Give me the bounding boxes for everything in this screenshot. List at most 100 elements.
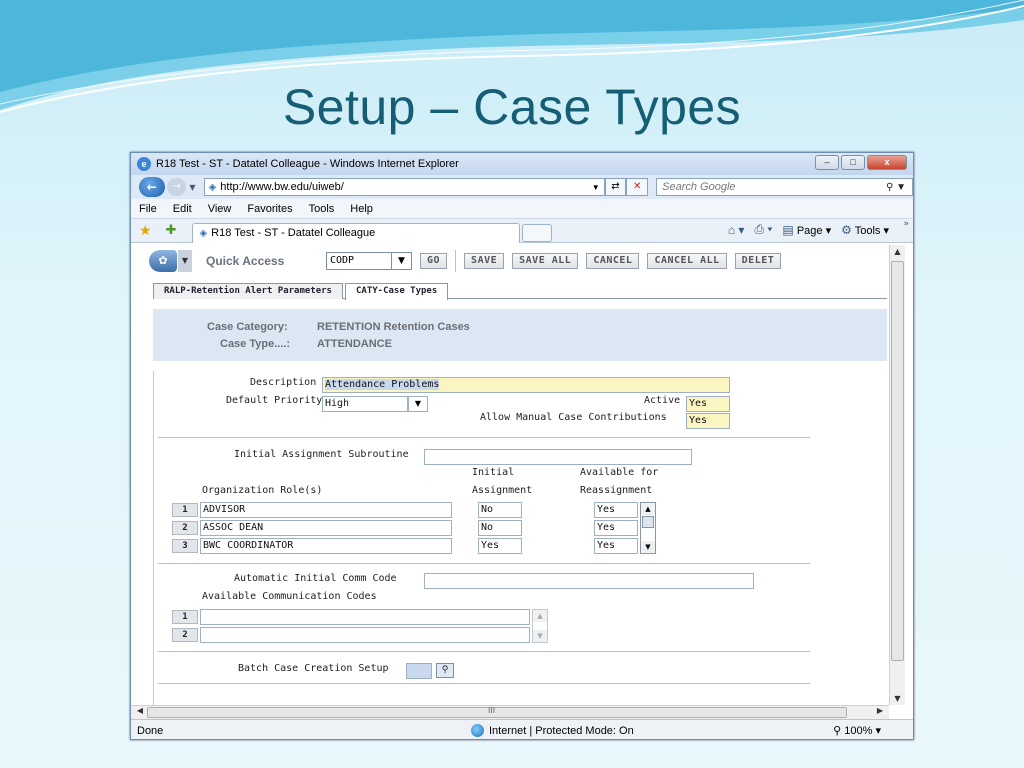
menu-view[interactable]: View (208, 203, 232, 215)
comm-scrollbar[interactable]: ▲ ▼ (532, 609, 548, 643)
cancel-button[interactable]: CANCEL (586, 253, 640, 269)
home-icon[interactable]: ⌂ ▾ (728, 223, 745, 237)
tab-caty[interactable]: CATY-Case Types (344, 283, 449, 300)
scroll-up-arrow-icon[interactable]: ▲ (890, 247, 905, 256)
page-horizontal-scrollbar[interactable]: ◀ III ▶ (131, 705, 889, 719)
scroll-up-arrow-icon[interactable]: ▲ (641, 503, 655, 515)
maximize-button[interactable]: □ (841, 155, 865, 170)
comm-code-field[interactable] (200, 609, 530, 625)
menu-help[interactable]: Help (350, 203, 373, 215)
scroll-thumb[interactable] (891, 261, 904, 661)
tab-favicon-icon: ◈ (199, 227, 208, 239)
page-vertical-scrollbar[interactable]: ▲ ▼ (889, 245, 905, 705)
security-zone[interactable]: Internet | Protected Mode: On (471, 724, 634, 737)
active-field[interactable]: Yes (686, 396, 730, 412)
scroll-up-arrow-icon[interactable]: ▲ (533, 610, 547, 622)
colleague-logo-icon[interactable]: ✿ (149, 250, 177, 272)
comm-code-field[interactable] (200, 627, 530, 643)
back-arrow-icon[interactable]: ← (139, 177, 165, 197)
url-input[interactable]: ◈ http://www.bw.edu/uiweb/ ▼ (203, 178, 605, 196)
initial-assignment-field[interactable]: Yes (478, 538, 522, 554)
col-available-label-1: Available for (580, 467, 659, 478)
quick-access-input[interactable]: CODP (326, 252, 392, 270)
add-favorite-icon[interactable]: ✚ (166, 223, 177, 238)
lookup-magnifier-icon[interactable]: ⚲ (436, 663, 454, 678)
auto-comm-field[interactable] (424, 573, 754, 589)
cancel-all-button[interactable]: CANCEL ALL (647, 253, 727, 269)
print-icon[interactable]: ⎙ ▾ (754, 222, 772, 237)
new-tab-button[interactable] (522, 223, 553, 242)
logo-dropdown-icon[interactable]: ▼ (178, 250, 192, 272)
default-priority-select[interactable]: High (322, 396, 408, 412)
url-text: http://www.bw.edu/uiweb/ (220, 181, 344, 193)
menu-bar: File Edit View Favorites Tools Help (131, 199, 913, 219)
org-roles-label: Organization Role(s) (202, 485, 323, 496)
scroll-down-arrow-icon[interactable]: ▼ (890, 694, 905, 703)
search-placeholder: Search Google (662, 181, 736, 193)
address-bar: ← → ▼ ◈ http://www.bw.edu/uiweb/ ▼ ⇄ ✕ S… (131, 175, 913, 199)
reassignment-field[interactable]: Yes (594, 502, 638, 518)
scroll-down-arrow-icon[interactable]: ▼ (533, 630, 547, 642)
toolbar-overflow-chevron-icon[interactable]: » (903, 219, 909, 229)
initial-assignment-field[interactable]: No (478, 520, 522, 536)
tools-menu[interactable]: ⚙ Tools ▾ (841, 223, 889, 237)
slide-title: Setup – Case Types (282, 79, 742, 135)
description-field[interactable]: Attendance Problems (322, 377, 730, 393)
tab-ralp[interactable]: RALP-Retention Alert Parameters (153, 283, 343, 299)
menu-favorites[interactable]: Favorites (247, 203, 292, 215)
reassignment-field[interactable]: Yes (594, 538, 638, 554)
menu-edit[interactable]: Edit (173, 203, 192, 215)
role-field[interactable]: ASSOC DEAN (200, 520, 452, 536)
delete-button[interactable]: DELET (734, 253, 782, 269)
search-input[interactable]: Search Google ⚲ ▼ (656, 178, 913, 196)
scroll-grip: III (488, 706, 496, 715)
case-category-value: RETENTION Retention Cases (317, 321, 470, 333)
priority-dropdown-icon[interactable]: ▼ (408, 396, 428, 412)
browser-tab-active[interactable]: ◈ R18 Test - ST - Datatel Colleague (192, 222, 521, 243)
roles-scrollbar[interactable]: ▲ ▼ (640, 502, 656, 554)
search-icon[interactable]: ⚲ ▼ (886, 182, 906, 193)
role-row-number: 2 (172, 521, 198, 535)
stop-icon[interactable]: ✕ (626, 178, 649, 196)
save-all-button[interactable]: SAVE ALL (512, 253, 579, 269)
url-dropdown-icon[interactable]: ▼ (592, 183, 600, 192)
role-field[interactable]: ADVISOR (200, 502, 452, 518)
close-button[interactable]: x (867, 155, 907, 170)
quick-access-dropdown-icon[interactable]: ▼ (392, 252, 412, 270)
menu-tools[interactable]: Tools (309, 203, 335, 215)
section-divider (158, 563, 810, 564)
role-field[interactable]: BWC COORDINATOR (200, 538, 452, 554)
ie-logo-icon: e (137, 157, 151, 171)
auto-comm-label: Automatic Initial Comm Code (234, 573, 397, 584)
manual-contributions-field[interactable]: Yes (686, 413, 730, 429)
active-label: Active (644, 395, 681, 406)
zoom-level[interactable]: ⚲ 100% ▾ (833, 724, 881, 737)
window-titlebar: e R18 Test - ST - Datatel Colleague - Wi… (131, 153, 913, 175)
scroll-left-arrow-icon[interactable]: ◀ (133, 706, 147, 715)
available-comm-label: Available Communication Codes (202, 591, 377, 602)
recent-pages-dropdown-icon[interactable]: ▼ (189, 183, 195, 192)
page-menu[interactable]: ▤ Page ▾ (782, 223, 831, 237)
refresh-icon[interactable]: ⇄ (604, 178, 627, 196)
case-type-value: ATTENDANCE (317, 338, 392, 350)
batch-setup-field[interactable] (406, 663, 432, 679)
scroll-down-arrow-icon[interactable]: ▼ (641, 541, 655, 553)
case-header-panel: Case Category: RETENTION Retention Cases… (153, 309, 887, 361)
initial-subroutine-label: Initial Assignment Subroutine (234, 449, 409, 460)
toolbar-separator (455, 250, 457, 272)
favorites-star-icon[interactable]: ★ (139, 223, 152, 239)
window-controls: – □ x (815, 155, 907, 170)
initial-assignment-field[interactable]: No (478, 502, 522, 518)
menu-file[interactable]: File (139, 203, 157, 215)
go-button[interactable]: GO (420, 253, 448, 269)
initial-subroutine-field[interactable] (424, 449, 692, 465)
scroll-thumb[interactable]: III (147, 706, 847, 718)
scroll-thumb[interactable] (642, 516, 654, 528)
reassignment-field[interactable]: Yes (594, 520, 638, 536)
forward-arrow-icon[interactable]: → (166, 178, 187, 196)
gear-icon: ⚙ (841, 222, 852, 237)
scroll-right-arrow-icon[interactable]: ▶ (873, 706, 887, 715)
case-type-form: Description Attendance Problems Default … (153, 371, 887, 705)
minimize-button[interactable]: – (815, 155, 839, 170)
save-button[interactable]: SAVE (464, 253, 505, 269)
